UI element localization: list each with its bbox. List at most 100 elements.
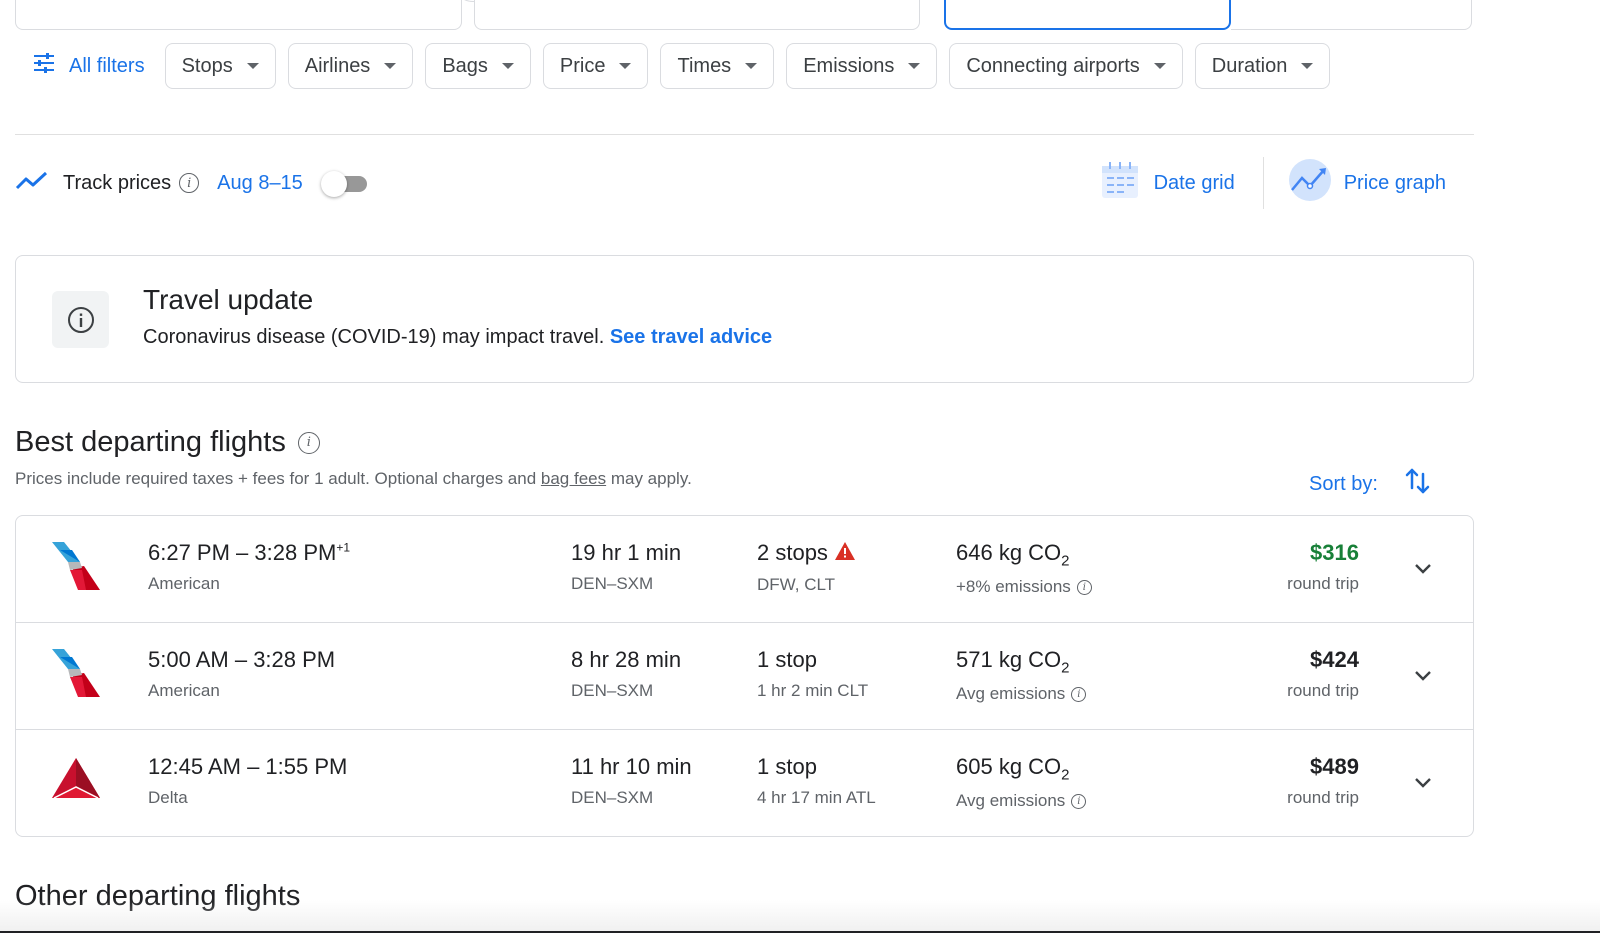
bag-fees-link[interactable]: bag fees (541, 469, 606, 488)
co2-text: 571 kg CO (956, 647, 1062, 672)
travel-update-message: Coronavirus disease (COVID-19) may impac… (143, 326, 605, 348)
chip-label: Airlines (304, 54, 371, 77)
price-graph-icon (1288, 158, 1332, 208)
price-text: $489 (1310, 754, 1359, 779)
info-icon[interactable]: i (1071, 794, 1087, 810)
caret-down-icon (501, 63, 514, 69)
origin-field[interactable] (15, 0, 462, 30)
flight-stops: 1 stop 1 hr 2 min CLT (757, 647, 868, 701)
travel-update-title: Travel update (143, 284, 314, 315)
co2-subscript: 2 (1061, 659, 1070, 677)
stops-detail: 4 hr 17 min ATL (757, 788, 876, 807)
flight-row[interactable]: 6:27 PM – 3:28 PM+1 American 19 hr 1 min… (16, 516, 1473, 623)
search-inputs-row (0, 0, 1600, 32)
departure-date-field[interactable] (944, 0, 1231, 30)
price-disclaimer: Prices include required taxes + fees for… (15, 469, 692, 489)
sort-by-button[interactable]: Sort by: (1309, 466, 1432, 502)
track-prices-row: Track prices i Aug 8–15 Date grid Price … (15, 157, 1474, 209)
chevron-down-icon[interactable] (1411, 663, 1435, 687)
flight-row[interactable]: 5:00 AM – 3:28 PM American 8 hr 28 min D… (16, 623, 1473, 730)
emissions-note: Avg emissions (956, 791, 1066, 811)
price-note: round trip (1287, 681, 1359, 700)
flight-stops: 1 stop 4 hr 17 min ATL (757, 754, 876, 808)
date-grid-label: Date grid (1153, 171, 1235, 194)
depart-time: 12:45 AM (148, 754, 241, 779)
stops-detail: 1 hr 2 min CLT (757, 681, 869, 700)
trend-line-icon (15, 170, 49, 197)
duration-text: 8 hr 28 min (571, 647, 682, 672)
price-note: round trip (1287, 788, 1359, 807)
stops-text: 1 stop (757, 754, 817, 779)
chevron-down-icon[interactable] (1411, 556, 1435, 580)
track-prices-toggle[interactable] (320, 171, 371, 197)
calendar-grid-icon (1100, 160, 1140, 206)
caret-down-icon (745, 63, 758, 69)
all-filters-label: All filters (69, 54, 145, 77)
info-icon[interactable]: i (297, 431, 320, 454)
airline-name: American (148, 574, 220, 593)
flight-row[interactable]: 12:45 AM – 1:55 PM Delta 11 hr 10 min DE… (16, 730, 1473, 836)
stops-text: 2 stops (757, 540, 828, 565)
track-prices-label: Track prices (63, 171, 172, 194)
travel-update-card: Travel update Coronavirus disease (COVID… (15, 255, 1474, 383)
stops-detail: DFW, CLT (757, 575, 836, 595)
caret-down-icon (246, 63, 259, 69)
filter-chip-stops[interactable]: Stops (164, 43, 276, 89)
caret-down-icon (1301, 63, 1314, 69)
chip-label: Connecting airports (966, 54, 1140, 77)
airline-name: American (148, 681, 220, 700)
bottom-edge (0, 931, 1600, 952)
arrive-time: 3:28 PM (254, 540, 337, 565)
arrive-time: 3:28 PM (253, 647, 336, 672)
stops-text: 1 stop (757, 647, 817, 672)
filter-chip-airlines[interactable]: Airlines (287, 43, 414, 89)
flight-list: 6:27 PM – 3:28 PM+1 American 19 hr 1 min… (15, 515, 1474, 837)
delta-logo-icon (50, 754, 102, 806)
flight-emissions: 605 kg CO2 Avg emissions i (956, 754, 1087, 811)
filter-chip-times[interactable]: Times (660, 43, 775, 89)
filter-chip-price[interactable]: Price (542, 43, 649, 89)
price-text: $424 (1310, 647, 1359, 672)
filter-chip-duration[interactable]: Duration (1194, 43, 1331, 89)
travel-update-text: Coronavirus disease (COVID-19) may impac… (143, 326, 772, 349)
chip-label: Emissions (803, 54, 895, 77)
co2-subscript: 2 (1061, 766, 1070, 784)
flight-price: $424 round trip (1287, 647, 1359, 701)
chevron-down-icon[interactable] (1411, 770, 1435, 794)
emissions-note: Avg emissions (956, 684, 1066, 704)
flight-emissions: 646 kg CO2 +8% emissions i (956, 540, 1092, 597)
destination-field[interactable] (474, 0, 920, 30)
price-graph-button[interactable]: Price graph (1288, 158, 1446, 208)
info-icon[interactable]: i (179, 173, 200, 193)
caret-down-icon (908, 63, 921, 69)
best-flights-heading: Best departing flights i (15, 426, 320, 459)
best-flights-title: Best departing flights (15, 426, 286, 458)
flight-times: 6:27 PM – 3:28 PM+1 American (148, 540, 351, 593)
arrive-time: 1:55 PM (265, 754, 348, 779)
date-grid-button[interactable]: Date grid (1100, 160, 1235, 206)
flight-stops: 2 stops DFW, CLT (757, 540, 856, 595)
filter-chip-connecting-airports[interactable]: Connecting airports (949, 43, 1183, 89)
price-text: $316 (1310, 540, 1359, 565)
filter-chip-emissions[interactable]: Emissions (786, 43, 938, 89)
co2-subscript: 2 (1061, 552, 1070, 570)
flight-times: 5:00 AM – 3:28 PM American (148, 647, 336, 700)
disclaimer-text: Prices include required taxes + fees for… (15, 469, 541, 488)
caret-down-icon (384, 63, 397, 69)
see-travel-advice-link[interactable]: See travel advice (610, 326, 772, 348)
flight-emissions: 571 kg CO2 Avg emissions i (956, 647, 1087, 704)
all-filters-button[interactable]: All filters (15, 43, 165, 89)
info-icon (67, 306, 94, 333)
filter-chip-bags[interactable]: Bags (425, 43, 531, 89)
route-text: DEN–SXM (571, 681, 654, 700)
warning-icon[interactable] (834, 541, 856, 567)
flight-duration: 11 hr 10 min DEN–SXM (571, 754, 692, 808)
caret-down-icon (1153, 63, 1166, 69)
return-date-field[interactable] (1231, 0, 1472, 30)
depart-time: 6:27 PM (148, 540, 230, 565)
divider (15, 134, 1474, 135)
emissions-note: +8% emissions (956, 577, 1071, 597)
flight-duration: 19 hr 1 min DEN–SXM (571, 540, 681, 594)
info-icon[interactable]: i (1076, 580, 1092, 596)
info-icon[interactable]: i (1071, 687, 1087, 703)
